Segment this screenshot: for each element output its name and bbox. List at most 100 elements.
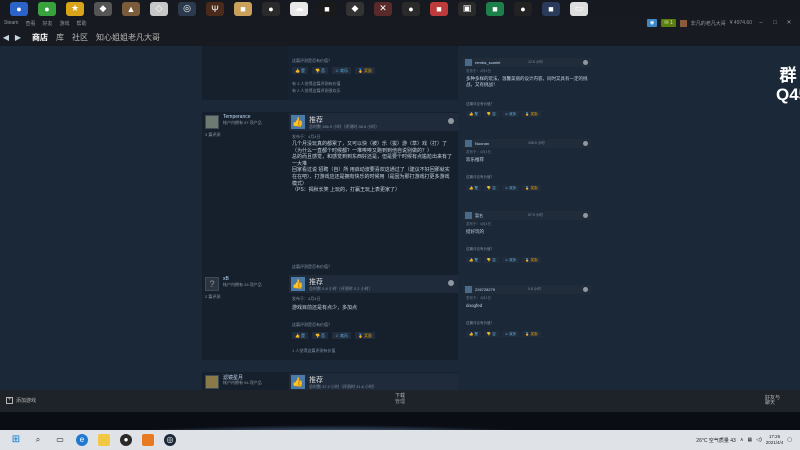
short-review-author[interactable]: 226728279	[475, 287, 495, 292]
task-view-icon[interactable]: ▭	[54, 434, 66, 446]
short-review-header[interactable]: remba_scarlet 12.5 小时	[463, 58, 591, 67]
menu-item-friends[interactable]: 好友	[42, 20, 52, 27]
desktop-app-icon[interactable]: ◆	[346, 1, 364, 16]
search-icon[interactable]: ⌕	[32, 434, 44, 446]
desktop-app-icon[interactable]: ▭	[570, 1, 588, 16]
desktop-app-icon[interactable]: ●	[514, 1, 532, 16]
tab-store[interactable]: 商店	[32, 32, 48, 43]
steam-icon[interactable]: ◎	[164, 434, 176, 446]
avatar[interactable]	[205, 375, 219, 389]
recommendation-header[interactable]: 👍 推荐 总时数 0.8 小时（评测时 0.2 小时）	[289, 275, 458, 293]
menu-item-view[interactable]: 查看	[25, 20, 35, 27]
vote-yes-button[interactable]: 👍是	[466, 185, 481, 191]
award-button[interactable]: 🏅奖励	[522, 257, 541, 263]
reviewer-products[interactable]: 帐户内拥有 26 项产品	[223, 282, 262, 288]
vote-no-button[interactable]: 👎否	[311, 332, 328, 339]
close-icon[interactable]: ✕	[784, 19, 794, 27]
tab-library[interactable]: 库	[56, 32, 64, 43]
minimize-icon[interactable]: –	[756, 19, 766, 27]
user-avatar[interactable]	[679, 19, 687, 27]
maximize-icon[interactable]: □	[770, 19, 780, 27]
edge-icon[interactable]: e	[76, 434, 88, 446]
award-button[interactable]: 🏅奖励	[355, 332, 376, 339]
avatar[interactable]	[205, 115, 219, 129]
vote-no-button[interactable]: 👎否	[483, 257, 499, 263]
reviewer-products[interactable]: 帐户内拥有 57 项产品	[223, 120, 262, 126]
desktop-app-icon[interactable]: ★	[66, 1, 84, 16]
desktop-app-icon[interactable]: ●	[38, 1, 56, 16]
short-review-author[interactable]: 暂名	[475, 213, 483, 219]
avatar[interactable]: ?	[205, 277, 219, 291]
desktop-app-icon[interactable]: ▲	[122, 1, 140, 16]
menu-item-steam[interactable]: Steam	[4, 20, 18, 26]
vote-yes-button[interactable]: 👍是	[292, 67, 308, 74]
desktop-app-icon[interactable]: ◎	[178, 1, 196, 16]
vote-funny-button[interactable]: ☺欢乐	[501, 331, 520, 337]
short-review-header[interactable]: 226728279 0.8 小时	[463, 285, 591, 294]
desktop-app-icon[interactable]: ◆	[94, 1, 112, 16]
friends-chat-button[interactable]: 好友与 聊天	[765, 396, 780, 406]
tab-username[interactable]: 知心姐姐老凡大哥	[96, 32, 160, 43]
recommendation-header[interactable]: 👍 推荐 总时数 166.9 小时（评测时 38.5 小时）	[289, 113, 458, 131]
vote-no-button[interactable]: 👎否	[483, 111, 499, 117]
desktop-app-icon[interactable]: ◇	[150, 1, 168, 16]
broadcast-icon[interactable]: ◉	[647, 19, 658, 27]
notifications-icon[interactable]: ✉ 1	[661, 19, 676, 27]
menu-item-help[interactable]: 帮助	[77, 20, 87, 27]
volume-icon[interactable]: ◁)	[756, 437, 762, 443]
desktop-app-icon[interactable]: ■	[318, 1, 336, 16]
award-button[interactable]: 🏅奖励	[355, 67, 376, 74]
vote-no-button[interactable]: 👎否	[483, 185, 499, 191]
desktop-app-icon[interactable]: ●	[10, 1, 28, 16]
vote-no-button[interactable]: 👎否	[311, 67, 328, 74]
desktop-app-icon[interactable]: Ψ	[206, 1, 224, 16]
obs-icon[interactable]: ●	[120, 434, 132, 446]
notification-icon[interactable]: ▢	[787, 437, 792, 443]
vote-yes-button[interactable]: 👍是	[466, 111, 481, 117]
network-icon[interactable]: ▦	[747, 437, 752, 443]
desktop-app-icon[interactable]: ■	[430, 1, 448, 16]
desktop-app-icon[interactable]: ☁	[290, 1, 308, 16]
vote-yes-button[interactable]: 👍是	[466, 331, 481, 337]
desktop-app-icon[interactable]: ✕	[374, 1, 392, 16]
weather-widget[interactable]: 26°C 空气质量 43	[696, 437, 736, 444]
desktop-app-icon[interactable]: ■	[542, 1, 560, 16]
desktop-app-icon[interactable]: ▣	[458, 1, 476, 16]
tab-community[interactable]: 社区	[72, 32, 88, 43]
windows-start-icon[interactable]: ⊞	[10, 434, 22, 446]
avatar[interactable]	[465, 140, 472, 147]
reviewer-review-count[interactable]: 2 篇评测	[205, 294, 220, 300]
desktop-app-icon[interactable]: ●	[262, 1, 280, 16]
file-explorer-icon[interactable]	[98, 434, 110, 446]
avatar[interactable]	[465, 212, 472, 219]
reviewer-review-count[interactable]: 3 篇评测	[205, 132, 220, 138]
vote-yes-button[interactable]: 👍是	[292, 332, 308, 339]
clock[interactable]: 17:26 2021/4/4	[766, 434, 784, 446]
forward-arrow-icon[interactable]: ▶	[12, 33, 24, 42]
menu-item-games[interactable]: 游戏	[59, 20, 69, 27]
vote-funny-button[interactable]: ☺欢乐	[331, 67, 352, 74]
app-icon[interactable]	[142, 434, 154, 446]
award-button[interactable]: 🏅奖励	[522, 331, 541, 337]
vote-funny-button[interactable]: ☺欢乐	[501, 111, 520, 117]
back-arrow-icon[interactable]: ◀	[0, 33, 12, 42]
short-review-header[interactable]: 暂名 57.9 小时	[463, 211, 591, 220]
desktop-app-icon[interactable]: ■	[486, 1, 504, 16]
short-review-author[interactable]: remba_scarlet	[475, 60, 500, 65]
vote-funny-button[interactable]: ☺欢乐	[331, 332, 352, 339]
avatar[interactable]	[465, 59, 472, 66]
vote-funny-button[interactable]: ☺欢乐	[501, 257, 520, 263]
avatar[interactable]	[465, 286, 472, 293]
tray-chevron-icon[interactable]: ∧	[740, 437, 744, 443]
add-game-button[interactable]: + 添加游戏	[6, 397, 36, 404]
vote-yes-button[interactable]: 👍是	[466, 257, 481, 263]
short-review-header[interactable]: Nuonan 106.0 小时	[463, 139, 591, 148]
vote-funny-button[interactable]: ☺欢乐	[501, 185, 520, 191]
award-button[interactable]: 🏅奖励	[522, 185, 541, 191]
recommendation-header[interactable]: 👍 推荐 总时数 37.2 小时（评测时 31.6 小时）	[289, 373, 458, 390]
award-button[interactable]: 🏅奖励	[522, 111, 541, 117]
downloads-button[interactable]: 下载 管理	[380, 393, 420, 405]
reviewer-products[interactable]: 帐户内拥有 94 项产品	[223, 380, 262, 386]
desktop-app-icon[interactable]: ■	[234, 1, 252, 16]
menubar-username[interactable]: 非凡的老凡大哥	[691, 20, 726, 27]
